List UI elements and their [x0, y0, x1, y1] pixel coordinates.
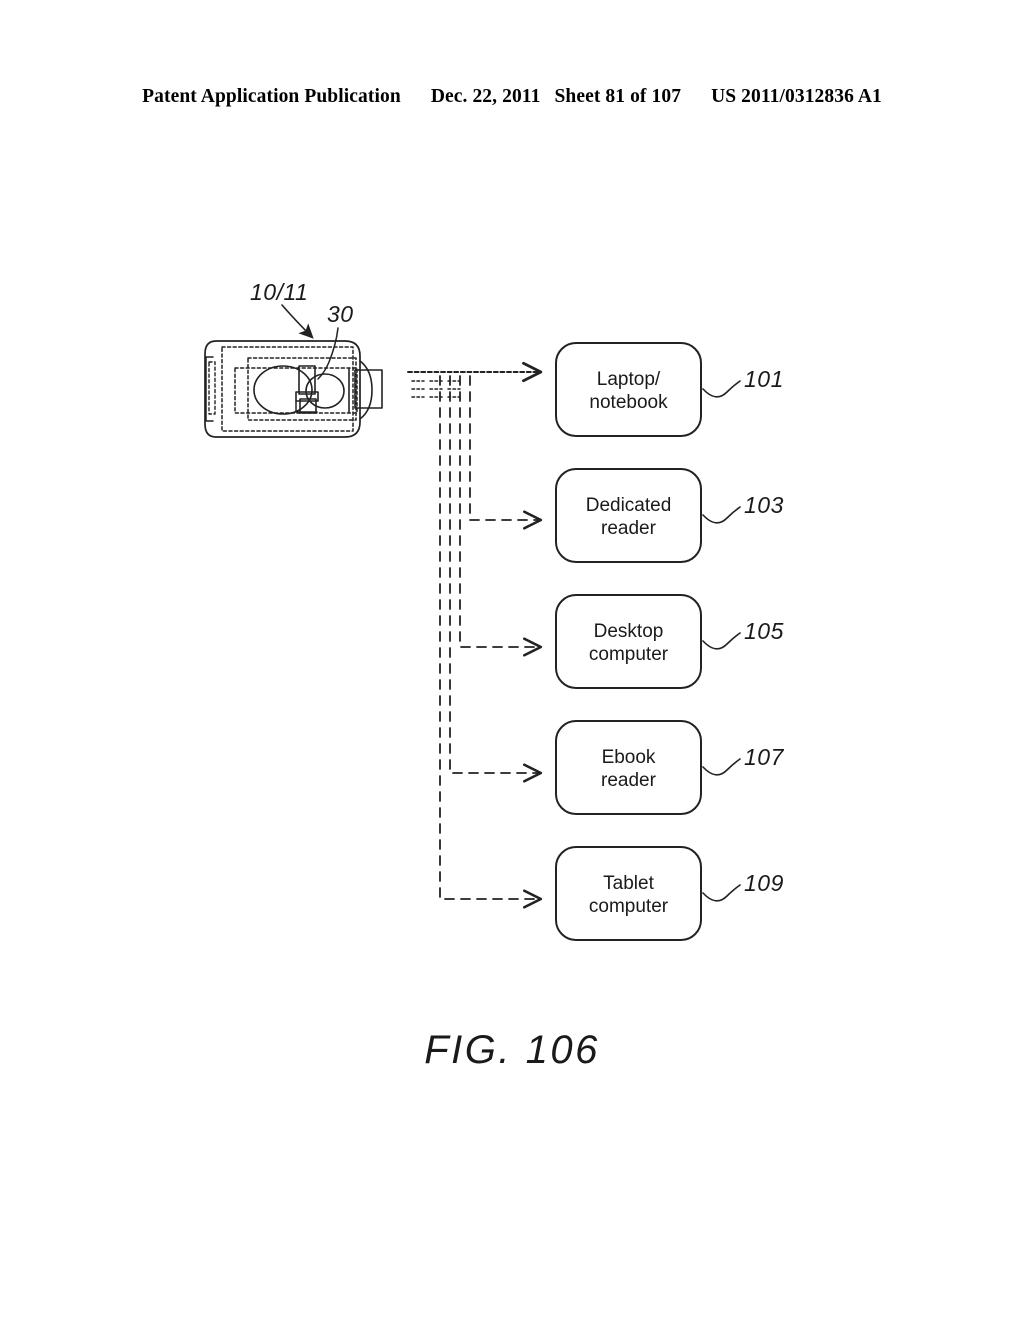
ref-leaders [702, 380, 741, 902]
arrow-to-dedicated-reader [469, 375, 543, 530]
callout-module-ref: 30 [327, 301, 354, 327]
arrow-to-desktop-computer [459, 375, 543, 657]
node-box-tablet [555, 846, 702, 941]
node-boxes [555, 342, 702, 941]
callout-leader-30 [317, 327, 339, 380]
ref-numeral-desktop: 105 [744, 618, 784, 644]
arrow-to-tablet-computer [439, 375, 543, 909]
node-box-laptop [555, 342, 702, 437]
arrow-to-ebook-reader [449, 375, 543, 783]
callout-device-ref: 10/11 [250, 279, 309, 305]
device-illustration [204, 340, 383, 438]
ref-numeral-reader: 103 [744, 492, 784, 518]
ref-numeral-tablet: 109 [744, 870, 784, 896]
ref-numeral-laptop: 101 [744, 366, 784, 392]
transmission-dots [411, 380, 461, 398]
figure-canvas: Laptop/ notebook Dedicated reader Deskto… [0, 0, 1024, 1320]
figure-caption: FIG. 106 [424, 1028, 600, 1072]
callout-leader-1011 [281, 304, 314, 339]
node-box-ebook [555, 720, 702, 815]
node-box-desktop [555, 594, 702, 689]
figure-drawing [204, 304, 741, 941]
node-box-reader [555, 468, 702, 563]
ref-numeral-ebook: 107 [744, 744, 784, 770]
